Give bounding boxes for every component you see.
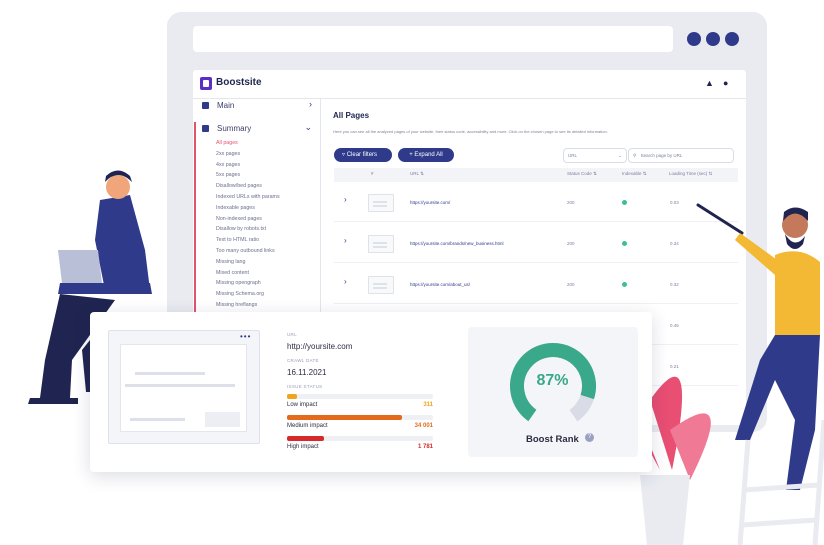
issue-status-label: Issue status xyxy=(287,384,323,389)
site-url[interactable]: http://yoursite.com xyxy=(287,342,352,351)
preview-line xyxy=(135,372,205,375)
preview-block xyxy=(205,412,240,427)
crawl-date: 16.11.2021 xyxy=(287,368,327,377)
preview-line xyxy=(130,418,185,421)
issue-label: Low impact xyxy=(287,402,318,408)
url-label: URL xyxy=(287,332,297,337)
issue-count: 311 xyxy=(423,402,433,408)
issue-count: 1 781 xyxy=(417,444,433,450)
issue-bar-fill xyxy=(287,394,298,399)
issue-count: 34 001 xyxy=(414,423,433,429)
issue-label: Medium impact xyxy=(287,423,328,429)
issue-bar xyxy=(287,436,433,441)
boost-rank-label: Boost Rank xyxy=(526,434,579,445)
issue-bar xyxy=(287,415,433,420)
issue-bar-fill xyxy=(287,436,324,441)
help-icon[interactable]: ? xyxy=(585,433,594,442)
crawl-date-label: Crawl date xyxy=(287,358,319,363)
more-icon[interactable]: ••• xyxy=(240,332,251,341)
preview-line xyxy=(125,384,235,387)
issue-bar-fill xyxy=(287,415,403,420)
issue-bar xyxy=(287,394,433,399)
boost-rank-value: 87% xyxy=(536,372,569,389)
issue-label: High impact xyxy=(287,444,319,450)
standing-person-illustration xyxy=(696,203,820,490)
